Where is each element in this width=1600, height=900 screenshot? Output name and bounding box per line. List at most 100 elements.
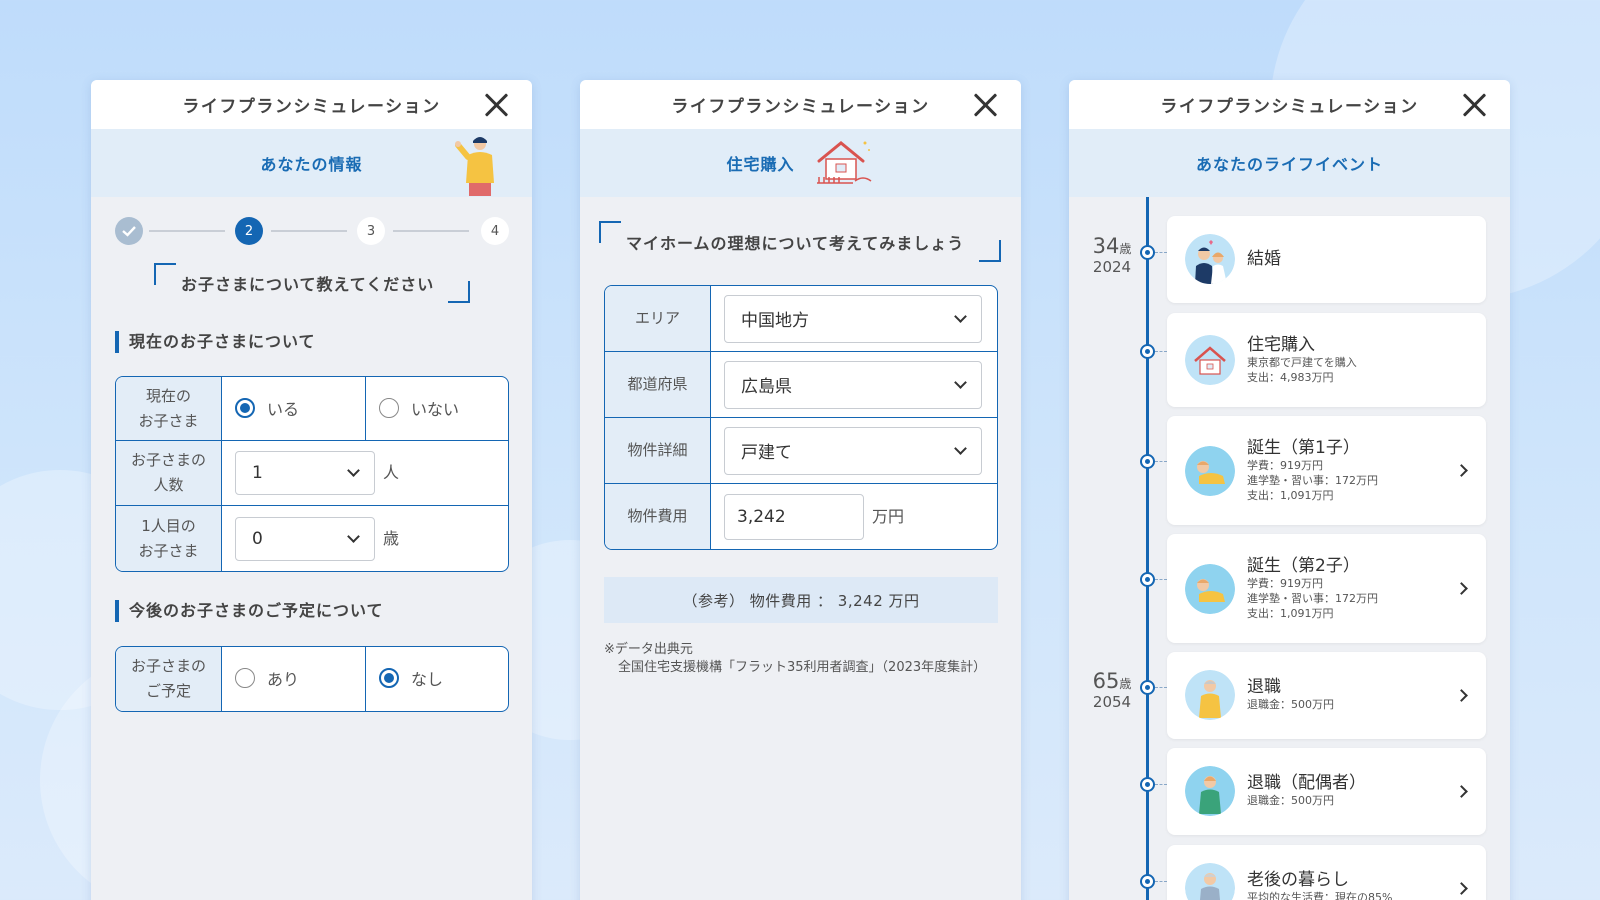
- app-title: ライフプランシミュレーション: [1160, 97, 1419, 117]
- chevron-right-icon: [1455, 689, 1468, 702]
- timeline-connector: [1155, 252, 1167, 253]
- area-select[interactable]: 中国地方: [724, 294, 982, 343]
- chevron-down-icon: [347, 464, 360, 477]
- current-children-form: 現在の お子さま いる いない お子さまの 人数 1 人 1人目の お子さま 0…: [115, 376, 509, 572]
- sub-header: 住宅購入: [580, 129, 1021, 197]
- timeline-node: [1140, 680, 1155, 695]
- step-1-completed: [115, 217, 143, 245]
- count-cell: 1 人: [222, 441, 508, 506]
- baby-icon: [1185, 446, 1235, 496]
- step-connector: [393, 230, 469, 232]
- timeline-node: [1140, 777, 1155, 792]
- close-button[interactable]: [973, 93, 997, 117]
- step-connector: [149, 230, 225, 232]
- first-child-age-label: 1人目の お子さま: [116, 506, 222, 571]
- panel-home-purchase: ライフプランシミュレーション 住宅購入 マイホームの理想について考えてみましょう…: [580, 80, 1021, 900]
- question-heading: マイホームの理想について考えてみましょう: [626, 234, 965, 253]
- event-detail: 支出：4,983万円: [1247, 371, 1334, 384]
- first-child-age-select[interactable]: 0: [235, 516, 375, 561]
- bracket-decoration: [154, 263, 176, 285]
- retiree-icon: [1185, 670, 1235, 720]
- future-children-form: お子さまの ご予定 あり なし: [115, 646, 509, 712]
- app-title: ライフプランシミュレーション: [671, 97, 930, 117]
- timeline-age-marker: 65歳 2054: [1092, 669, 1132, 712]
- property-cost-label: 物件費用: [605, 484, 711, 549]
- event-title: 退職（配偶者）: [1247, 773, 1366, 793]
- chevron-right-icon: [1455, 582, 1468, 595]
- event-card-retirement[interactable]: 退職 退職金：500万円: [1167, 652, 1486, 739]
- event-card-spouse-retirement[interactable]: 退職（配偶者） 退職金：500万円: [1167, 748, 1486, 835]
- future-plan-label: お子さまの ご予定: [116, 647, 222, 711]
- timeline-connector: [1155, 784, 1167, 785]
- chevron-down-icon: [954, 375, 967, 389]
- timeline-node: [1140, 245, 1155, 260]
- sub-header: あなたの情報: [91, 129, 532, 197]
- step-connector: [271, 230, 347, 232]
- section-title-future-children: 今後のお子さまのご予定について: [115, 600, 384, 622]
- event-detail: 進学塾・習い事：172万円: [1247, 474, 1378, 487]
- app-title: ライフプランシミュレーション: [182, 97, 441, 117]
- question-heading: お子さまについて教えてください: [181, 275, 435, 294]
- step-2-current: 2: [235, 217, 263, 245]
- timeline-connector: [1155, 461, 1167, 462]
- prefecture-cell: 広島県: [711, 352, 997, 418]
- sub-title: 住宅購入: [726, 155, 795, 174]
- check-icon: [122, 226, 136, 237]
- event-detail: 支出：1,091万円: [1247, 489, 1334, 502]
- timeline-node: [1140, 572, 1155, 587]
- timeline-connector: [1155, 687, 1167, 688]
- step-3: 3: [357, 217, 385, 245]
- event-title: 住宅購入: [1247, 335, 1315, 355]
- radio-cell: いる: [222, 377, 366, 441]
- property-detail-cell: 戸建て: [711, 418, 997, 484]
- radio-has-children-yes[interactable]: いる: [222, 396, 299, 420]
- event-detail: 東京都で戸建てを購入: [1247, 356, 1357, 369]
- radio-cell: なし: [366, 647, 508, 711]
- radio-cell: いない: [366, 377, 508, 441]
- reference-cost-box: （参考） 物件費用 ： 3,242 万円: [604, 577, 998, 623]
- chevron-down-icon: [954, 441, 967, 455]
- event-detail: 退職金：500万円: [1247, 698, 1334, 711]
- chevron-down-icon: [954, 309, 967, 323]
- timeline-node: [1140, 454, 1155, 469]
- home-purchase-form: エリア 中国地方 都道府県 広島県 物件詳細 戸建て 物件費用 3,242 万円: [604, 285, 998, 550]
- prefecture-select[interactable]: 広島県: [724, 360, 982, 409]
- section-title-current-children: 現在のお子さまについて: [115, 331, 316, 353]
- prefecture-label: 都道府県: [605, 352, 711, 418]
- radio-selected-icon: [235, 397, 255, 418]
- age-cell: 0 歳: [222, 506, 508, 571]
- event-card-retirement-life[interactable]: 老後の暮らし 平均的な生活費：現在の85%: [1167, 845, 1486, 900]
- timeline-connector: [1155, 881, 1167, 882]
- radio-unselected-icon: [235, 668, 255, 688]
- radio-future-no[interactable]: なし: [366, 666, 443, 690]
- timeline-connector: [1155, 351, 1167, 352]
- property-detail-select[interactable]: 戸建て: [724, 426, 982, 475]
- event-card-home-purchase[interactable]: 住宅購入 東京都で戸建てを購入 支出：4,983万円: [1167, 313, 1486, 407]
- event-title: 誕生（第2子）: [1247, 556, 1360, 576]
- area-cell: 中国地方: [711, 286, 997, 352]
- event-card-marriage[interactable]: 結婚: [1167, 216, 1486, 303]
- close-button[interactable]: [484, 93, 508, 117]
- event-detail: 学費：919万円: [1247, 577, 1323, 590]
- radio-future-yes[interactable]: あり: [222, 666, 299, 690]
- progress-stepper: 2 3 4: [115, 217, 509, 245]
- close-button[interactable]: [1462, 93, 1486, 117]
- timeline-connector: [1155, 579, 1167, 580]
- timeline-age-marker: 34歳 2024: [1092, 234, 1132, 277]
- radio-has-children-no[interactable]: いない: [366, 396, 459, 420]
- chevron-right-icon: [1455, 882, 1468, 895]
- radio-unselected-icon: [379, 397, 399, 418]
- event-card-second-child[interactable]: 誕生（第2子） 学費：919万円 進学塾・習い事：172万円 支出：1,091万…: [1167, 534, 1486, 643]
- property-cost-input[interactable]: 3,242: [724, 493, 864, 540]
- chevron-right-icon: [1455, 464, 1468, 477]
- sub-header: あなたのライフイベント: [1069, 129, 1510, 197]
- title-bar: ライフプランシミュレーション: [580, 80, 1021, 129]
- panel-your-info: ライフプランシミュレーション あなたの情報 2 3 4 お子さまについて教えてく…: [91, 80, 532, 900]
- bracket-decoration: [979, 240, 1001, 262]
- event-card-first-child[interactable]: 誕生（第1子） 学費：919万円 進学塾・習い事：172万円 支出：1,091万…: [1167, 416, 1486, 525]
- bracket-decoration: [599, 221, 621, 243]
- event-title: 退職: [1247, 677, 1281, 697]
- event-detail: 進学塾・習い事：172万円: [1247, 592, 1378, 605]
- has-children-label: 現在の お子さま: [116, 377, 222, 441]
- children-count-select[interactable]: 1: [235, 451, 375, 495]
